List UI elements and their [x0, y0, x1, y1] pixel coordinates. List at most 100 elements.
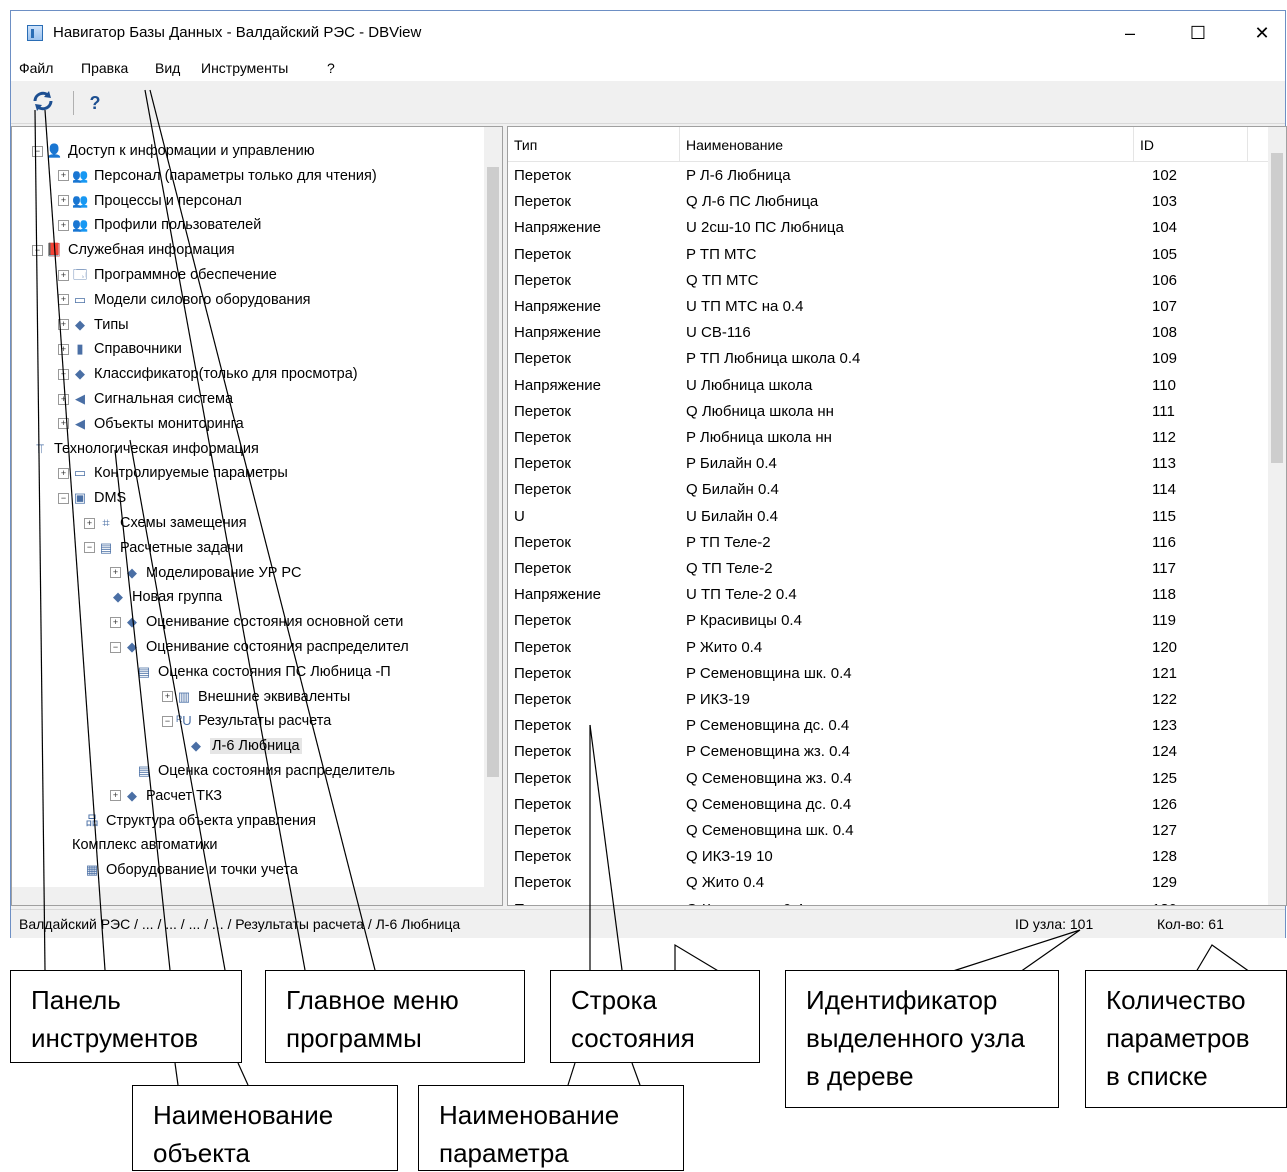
- list-row[interactable]: Напряжение U СВ-116 108: [508, 320, 1268, 346]
- tree-node[interactable]: + 👥 Профили пользователей: [58, 213, 261, 237]
- tree-node[interactable]: ▤ Оценка состояния ПС Любница -П: [136, 660, 391, 684]
- tree-node[interactable]: + ◀ Сигнальная система: [58, 387, 233, 411]
- tree-node[interactable]: − ▤ Расчетные задачи: [84, 536, 243, 560]
- expand-icon[interactable]: +: [58, 368, 69, 380]
- tree-node[interactable]: Комплекс автоматики: [72, 833, 218, 857]
- tree-vertical-scrollbar[interactable]: [484, 127, 502, 887]
- tree-node[interactable]: − ◆ Оценивание состояния распределител: [110, 635, 409, 659]
- list-row[interactable]: Переток P ТП Теле-2 116: [508, 530, 1268, 556]
- list-row[interactable]: Переток Q Семеновщина жз. 0.4 125: [508, 766, 1268, 792]
- list-row[interactable]: Переток Q Семеновщина шк. 0.4 127: [508, 818, 1268, 844]
- list-row[interactable]: Напряжение U Любница школа 110: [508, 373, 1268, 399]
- tree-node[interactable]: + ◆ Моделирование УР РС: [110, 561, 301, 585]
- list-row[interactable]: Переток P Семеновщина жз. 0.4 124: [508, 739, 1268, 765]
- list-row[interactable]: Напряжение U ТП МТС на 0.4 107: [508, 294, 1268, 320]
- expand-icon[interactable]: +: [58, 418, 69, 430]
- column-type[interactable]: Тип: [508, 127, 680, 161]
- tree-node[interactable]: ⫪ Технологическая информация: [32, 437, 259, 461]
- column-id[interactable]: ID: [1134, 127, 1248, 161]
- list-row[interactable]: Переток P Билайн 0.4 113: [508, 451, 1268, 477]
- list-row[interactable]: Переток P Любница школа нн 112: [508, 425, 1268, 451]
- expand-icon[interactable]: +: [58, 294, 69, 306]
- collapse-icon[interactable]: −: [32, 145, 43, 157]
- expand-icon[interactable]: +: [58, 170, 69, 182]
- expand-icon[interactable]: +: [58, 220, 69, 232]
- list-row[interactable]: Переток Q Красивицы 0.4 130: [508, 897, 1268, 905]
- menu-tools[interactable]: Инструменты: [201, 60, 288, 76]
- tree-node[interactable]: ◆ Новая группа: [110, 585, 222, 609]
- collapse-icon[interactable]: −: [84, 542, 95, 554]
- refresh-icon[interactable]: [29, 89, 57, 117]
- expand-icon[interactable]: +: [58, 344, 69, 356]
- list-row[interactable]: Напряжение U 2сш-10 ПС Любница 104: [508, 215, 1268, 241]
- expand-icon[interactable]: +: [110, 616, 121, 628]
- list-row[interactable]: Переток P Л-6 Любница 102: [508, 163, 1268, 189]
- list-row[interactable]: Переток Q Жито 0.4 129: [508, 870, 1268, 896]
- tree-node[interactable]: + 👥 Процессы и персонал: [58, 189, 242, 213]
- expand-icon[interactable]: +: [58, 269, 69, 281]
- tree-node[interactable]: + ▭ Контролируемые параметры: [58, 461, 288, 485]
- list-row[interactable]: Переток Q Л-6 ПС Любница 103: [508, 189, 1268, 215]
- close-button[interactable]: ✕: [1239, 19, 1285, 47]
- collapse-icon[interactable]: −: [110, 641, 121, 653]
- expand-icon[interactable]: +: [84, 517, 95, 529]
- list-vertical-scrollbar[interactable]: [1268, 127, 1286, 905]
- list-row[interactable]: Переток P ТП Любница школа 0.4 109: [508, 346, 1268, 372]
- list-row[interactable]: Переток P Семеновщина дс. 0.4 123: [508, 713, 1268, 739]
- list-row[interactable]: Переток Q Билайн 0.4 114: [508, 477, 1268, 503]
- tree-node-label: DMS: [94, 490, 127, 507]
- menu-view[interactable]: Вид: [155, 60, 180, 76]
- tree-node[interactable]: + ▥ Внешние эквиваленты: [162, 685, 350, 709]
- help-icon[interactable]: ?: [81, 89, 109, 117]
- expand-icon[interactable]: +: [58, 468, 69, 480]
- list-row[interactable]: Переток Q Любница школа нн 111: [508, 399, 1268, 425]
- tree-node[interactable]: − ᴿU Результаты расчета: [162, 709, 331, 733]
- tree-node[interactable]: + ◆ Оценивание состояния основной сети: [110, 610, 403, 634]
- tree-node[interactable]: + ◀ Объекты мониторинга: [58, 412, 244, 436]
- expand-icon[interactable]: +: [58, 393, 69, 405]
- tree-node[interactable]: ◆ Л-6 Любница: [188, 734, 302, 758]
- tree-node[interactable]: + ▮ Справочники: [58, 337, 182, 361]
- collapse-icon[interactable]: −: [32, 244, 43, 256]
- tree-node[interactable]: + 🗔 Программное обеспечение: [58, 263, 277, 287]
- tree-node[interactable]: + ◆ Типы: [58, 313, 129, 337]
- list-row[interactable]: Напряжение U ТП Теле-2 0.4 118: [508, 582, 1268, 608]
- minimize-button[interactable]: –: [1107, 19, 1153, 47]
- expand-icon[interactable]: +: [58, 319, 69, 331]
- tree-node[interactable]: 品 Структура объекта управления: [84, 809, 316, 833]
- list-row[interactable]: Переток P Красивицы 0.4 119: [508, 608, 1268, 634]
- list-row[interactable]: Переток Q ТП Теле-2 117: [508, 556, 1268, 582]
- menu-file[interactable]: Файл: [19, 60, 53, 76]
- tree-node[interactable]: ▦ Оборудование и точки учета: [84, 858, 298, 882]
- list-row[interactable]: Переток P Жито 0.4 120: [508, 635, 1268, 661]
- list-row[interactable]: Переток P ТП МТС 105: [508, 242, 1268, 268]
- tree-node[interactable]: − 👤 Доступ к информации и управлению: [32, 139, 315, 163]
- tree-horizontal-scrollbar[interactable]: [12, 887, 502, 905]
- expand-icon[interactable]: +: [110, 790, 121, 802]
- expand-icon[interactable]: +: [110, 567, 121, 579]
- column-name[interactable]: Наименование: [680, 127, 1134, 161]
- list-row[interactable]: Переток Q ИКЗ-19 10 128: [508, 844, 1268, 870]
- list-row[interactable]: Переток P Семеновщина шк. 0.4 121: [508, 661, 1268, 687]
- parameter-list[interactable]: Тип Наименование ID Переток P Л-6 Любница…: [507, 126, 1287, 906]
- menu-help[interactable]: ?: [327, 60, 335, 76]
- collapse-icon[interactable]: −: [58, 492, 69, 504]
- tree-node[interactable]: + ◆ Расчет ТКЗ: [110, 784, 222, 808]
- object-tree[interactable]: ▦Распределенная система учета▦Оборудован…: [11, 126, 503, 906]
- tree-node[interactable]: + ▭ Модели силового оборудования: [58, 288, 311, 312]
- tree-node[interactable]: + ⌗ Схемы замещения: [84, 511, 247, 535]
- list-row[interactable]: U U Билайн 0.4 115: [508, 504, 1268, 530]
- tree-node[interactable]: − 📕 Служебная информация: [32, 238, 235, 262]
- menu-edit[interactable]: Правка: [81, 60, 128, 76]
- maximize-button[interactable]: ☐: [1175, 19, 1221, 47]
- list-row[interactable]: Переток Q ТП МТС 106: [508, 268, 1268, 294]
- tree-node[interactable]: + ◆ Классификатор(только для просмотра): [58, 362, 358, 386]
- list-row[interactable]: Переток Q Семеновщина дс. 0.4 126: [508, 792, 1268, 818]
- tree-node[interactable]: ▤ Оценка состояния распределитель: [136, 759, 395, 783]
- list-row[interactable]: Переток P ИКЗ-19 122: [508, 687, 1268, 713]
- expand-icon[interactable]: +: [162, 691, 173, 703]
- tree-node[interactable]: − ▣ DMS: [58, 486, 126, 510]
- tree-node[interactable]: + 👥 Персонал (параметры только для чтения): [58, 164, 377, 188]
- expand-icon[interactable]: +: [58, 195, 69, 207]
- collapse-icon[interactable]: −: [162, 716, 173, 728]
